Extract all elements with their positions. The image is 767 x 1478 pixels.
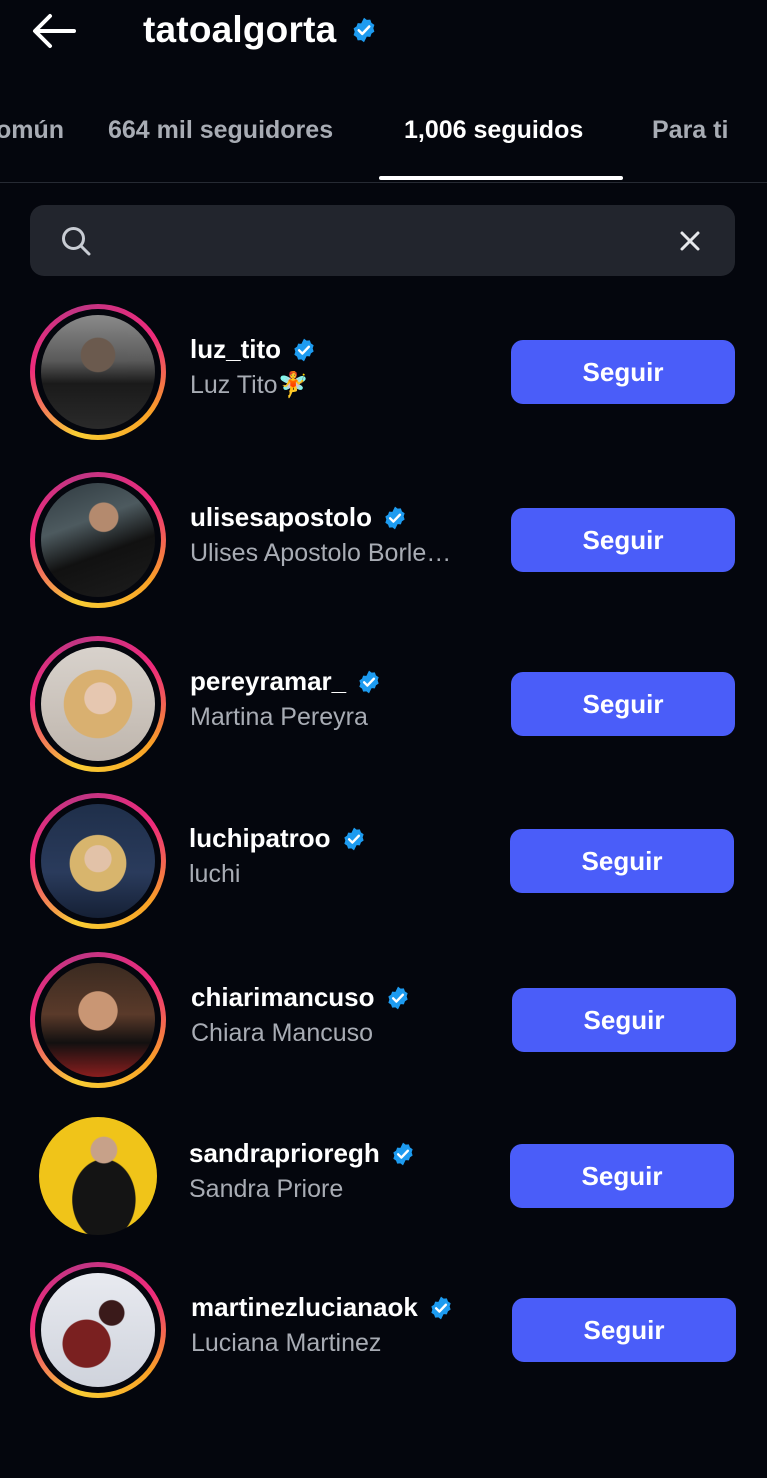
tab-seguidos[interactable]: 1,006 seguidos [404, 116, 583, 145]
avatar-photo [41, 804, 155, 918]
avatar-photo [41, 647, 155, 761]
username[interactable]: luz_tito [190, 334, 281, 365]
verified-badge-icon [393, 1142, 413, 1165]
tab-para-ti[interactable]: Para ti [652, 116, 728, 145]
follow-tabs: omún 664 mil seguidores 1,006 seguidos P… [0, 100, 767, 183]
username[interactable]: pereyramar_ [190, 666, 346, 697]
full-name: Ulises Apostolo Borle… [190, 539, 452, 567]
list-item[interactable]: chiarimancuso Chiara Mancuso Seguir [0, 952, 767, 1092]
avatar[interactable] [30, 304, 166, 440]
tab-en-comun[interactable]: omún [0, 116, 64, 145]
top-bar: tatoalgorta [0, 0, 767, 70]
follow-button[interactable]: Seguir [510, 1144, 734, 1208]
username[interactable]: martinezlucianaok [191, 1292, 418, 1323]
full-name: luchi [189, 860, 241, 888]
arrow-left-icon [33, 14, 76, 48]
close-icon[interactable] [674, 225, 706, 257]
avatar-photo [41, 483, 155, 597]
verified-badge-icon [387, 986, 408, 1009]
full-name: Chiara Mancuso [191, 1019, 374, 1047]
avatar-photo [39, 1117, 157, 1235]
verified-badge-icon [354, 17, 375, 43]
follow-button[interactable]: Seguir [511, 672, 735, 736]
avatar[interactable] [30, 793, 166, 929]
follow-button[interactable]: Seguir [511, 508, 735, 572]
list-item[interactable]: luz_tito Luz Tito🧚 Seguir [0, 304, 767, 444]
full-name: Sandra Priore [189, 1175, 344, 1203]
avatar[interactable] [30, 1108, 166, 1244]
follow-button[interactable]: Seguir [512, 988, 736, 1052]
list-item[interactable]: luchipatroo luchi Seguir [0, 793, 767, 933]
active-tab-indicator [379, 176, 623, 180]
list-item[interactable]: ulisesapostolo Ulises Apostolo Borle… Se… [0, 472, 767, 612]
search-input[interactable] [110, 219, 674, 265]
avatar[interactable] [30, 472, 166, 608]
tab-seguidores[interactable]: 664 mil seguidores [108, 116, 333, 145]
verified-badge-icon [343, 827, 364, 850]
username[interactable]: luchipatroo [189, 823, 331, 854]
avatar[interactable] [30, 952, 166, 1088]
follow-button[interactable]: Seguir [512, 1298, 736, 1362]
username[interactable]: ulisesapostolo [190, 502, 372, 533]
list-item[interactable]: sandraprioregh Sandra Priore Seguir [0, 1108, 767, 1248]
search-icon [62, 227, 91, 256]
follow-button[interactable]: Seguir [510, 829, 734, 893]
list-item[interactable]: pereyramar_ Martina Pereyra Seguir [0, 636, 767, 776]
verified-badge-icon [431, 1296, 451, 1319]
list-item[interactable]: martinezlucianaok Luciana Martinez Segui… [0, 1262, 767, 1402]
avatar-photo [41, 315, 155, 429]
back-button[interactable] [28, 8, 80, 54]
page-title: tatoalgorta [143, 9, 337, 50]
profile-title: tatoalgorta [143, 4, 378, 56]
avatar[interactable] [30, 1262, 166, 1398]
search-bar [30, 205, 735, 276]
full-name: Martina Pereyra [190, 703, 368, 731]
username[interactable]: sandraprioregh [189, 1138, 380, 1169]
username[interactable]: chiarimancuso [191, 982, 375, 1013]
avatar-photo [41, 1273, 155, 1387]
avatar-photo [41, 963, 155, 1077]
verified-badge-icon [385, 506, 405, 529]
follow-button[interactable]: Seguir [511, 340, 735, 404]
verified-badge-icon [359, 670, 379, 693]
full-name: Luz Tito🧚 [190, 371, 309, 399]
avatar[interactable] [30, 636, 166, 772]
verified-badge-icon [294, 338, 314, 361]
full-name: Luciana Martinez [191, 1329, 382, 1357]
